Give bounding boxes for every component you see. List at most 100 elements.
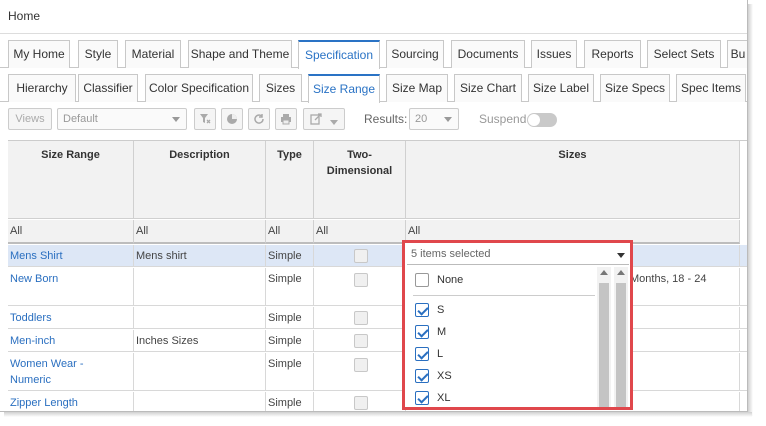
- cell-size-range[interactable]: Men-inch: [8, 330, 134, 351]
- option-checkbox[interactable]: [415, 347, 429, 361]
- option-xs[interactable]: XS: [415, 367, 595, 387]
- option-m[interactable]: M: [415, 323, 595, 343]
- two-dimensional-checkbox[interactable]: [354, 249, 368, 263]
- tab-color-specification[interactable]: Color Specification: [145, 74, 253, 102]
- filter-clear-icon: [200, 114, 211, 124]
- tab-specification[interactable]: Specification: [298, 40, 380, 69]
- option-checkbox[interactable]: [415, 325, 429, 339]
- results-value: 20: [415, 113, 428, 125]
- main-tab-bar: My Home Style Material Shape and Theme S…: [0, 34, 747, 69]
- export-icon: [310, 113, 323, 125]
- tab-select-sets[interactable]: Select Sets: [647, 40, 721, 68]
- table-row[interactable]: Zipper Length Simple: [8, 392, 747, 411]
- option-none[interactable]: None: [415, 271, 595, 291]
- two-dimensional-checkbox[interactable]: [354, 334, 368, 348]
- cell-two-dimensional: [314, 268, 406, 305]
- tab-overflow[interactable]: Bu: [727, 40, 747, 68]
- table-row[interactable]: Men-inch Inches Sizes Simple: [8, 330, 747, 352]
- filter-size-range[interactable]: All: [8, 220, 134, 244]
- option-l[interactable]: L: [415, 345, 595, 365]
- home-label[interactable]: Home: [8, 9, 40, 23]
- cell-size-range[interactable]: Toddlers: [8, 307, 134, 328]
- tab-sizes[interactable]: Sizes: [259, 74, 302, 102]
- filter-description[interactable]: All: [134, 220, 266, 244]
- filter-type[interactable]: All: [266, 220, 314, 244]
- cell-size-range[interactable]: Women Wear - Numeric: [8, 353, 134, 390]
- two-dimensional-checkbox[interactable]: [354, 311, 368, 325]
- clear-filter-button[interactable]: [194, 108, 216, 130]
- scrollbar[interactable]: [597, 267, 611, 407]
- tab-hierarchy[interactable]: Hierarchy: [8, 74, 76, 102]
- tab-documents[interactable]: Documents: [451, 40, 525, 68]
- table-row[interactable]: Toddlers Simple: [8, 307, 747, 329]
- frame-shadow: [748, 4, 753, 416]
- column-header-size-range[interactable]: Size Range: [8, 141, 134, 219]
- tab-size-label[interactable]: Size Label: [528, 74, 594, 102]
- sub-tab-bar: Hierarchy Classifier Color Specification…: [0, 68, 747, 103]
- option-label: XS: [437, 370, 452, 382]
- table-row[interactable]: New Born Simple Months, 18 - 24: [8, 268, 747, 306]
- cell-description: Inches Sizes: [134, 330, 266, 351]
- tab-my-home[interactable]: My Home: [8, 40, 70, 68]
- tab-sourcing[interactable]: Sourcing: [386, 40, 444, 68]
- scroll-up-icon[interactable]: [617, 270, 625, 275]
- tab-size-chart[interactable]: Size Chart: [454, 74, 522, 102]
- tab-size-specs[interactable]: Size Specs: [600, 74, 670, 102]
- suspend-label: Suspend: [479, 112, 527, 126]
- scroll-up-icon[interactable]: [600, 270, 608, 275]
- suspend-toggle[interactable]: [527, 113, 557, 127]
- option-checkbox[interactable]: [415, 303, 429, 317]
- chevron-down-icon: [444, 117, 452, 122]
- views-button[interactable]: Views: [8, 108, 52, 130]
- column-header-sizes[interactable]: Sizes: [406, 141, 740, 219]
- sizes-multiselect-dropdown[interactable]: 5 items selected None S M L XS XL: [402, 240, 633, 410]
- size-range-grid: Size Range Description Type Two- Dimensi…: [8, 140, 747, 411]
- table-row[interactable]: Mens Shirt Mens shirt Simple: [8, 245, 747, 267]
- tab-style[interactable]: Style: [78, 40, 118, 68]
- cell-two-dimensional: [314, 245, 406, 266]
- chevron-down-icon[interactable]: [617, 253, 625, 258]
- column-header-type[interactable]: Type: [266, 141, 314, 219]
- cell-size-range[interactable]: Zipper Length: [8, 392, 134, 411]
- cell-type: Simple: [266, 353, 314, 390]
- chevron-down-icon: [172, 117, 180, 122]
- option-checkbox[interactable]: [415, 391, 429, 405]
- frame-shadow: [4, 412, 752, 417]
- two-dimensional-checkbox[interactable]: [354, 358, 368, 372]
- tab-reports[interactable]: Reports: [584, 40, 641, 68]
- print-button[interactable]: [275, 108, 297, 130]
- tab-spec-items[interactable]: Spec Items: [676, 74, 746, 102]
- option-checkbox[interactable]: [415, 369, 429, 383]
- tab-material[interactable]: Material: [125, 40, 181, 68]
- filter-two-dimensional[interactable]: All: [314, 220, 406, 244]
- tab-size-range[interactable]: Size Range: [308, 74, 380, 103]
- refresh-button[interactable]: [248, 108, 270, 130]
- option-checkbox[interactable]: [415, 273, 429, 287]
- cell-two-dimensional: [314, 392, 406, 411]
- two-dimensional-checkbox[interactable]: [354, 273, 368, 287]
- view-select[interactable]: Default: [57, 108, 187, 130]
- column-header-two-dimensional[interactable]: Two- Dimensional: [314, 141, 406, 219]
- results-select[interactable]: 20: [409, 108, 459, 130]
- tab-size-map[interactable]: Size Map: [386, 74, 448, 102]
- scrollbar-thumb[interactable]: [599, 283, 609, 407]
- cell-description: [134, 353, 266, 390]
- option-xl[interactable]: XL: [415, 389, 595, 409]
- tab-shape-and-theme[interactable]: Shape and Theme: [188, 40, 292, 68]
- cell-type: Simple: [266, 268, 314, 305]
- scrollbar[interactable]: [614, 267, 628, 407]
- view-select-value: Default: [63, 113, 98, 125]
- option-s[interactable]: S: [415, 301, 595, 321]
- tab-classifier[interactable]: Classifier: [78, 74, 138, 102]
- scrollbar-thumb[interactable]: [616, 283, 626, 407]
- chart-button[interactable]: [221, 108, 243, 130]
- table-row[interactable]: Women Wear - Numeric Simple: [8, 353, 747, 391]
- sizes-multiselect-input[interactable]: 5 items selected: [407, 245, 629, 265]
- column-header-description[interactable]: Description: [134, 141, 266, 219]
- cell-description: [134, 307, 266, 328]
- export-button[interactable]: [303, 108, 345, 130]
- two-dimensional-checkbox[interactable]: [354, 396, 368, 410]
- tab-issues[interactable]: Issues: [531, 40, 577, 68]
- cell-size-range[interactable]: New Born: [8, 268, 134, 305]
- cell-size-range[interactable]: Mens Shirt: [8, 245, 134, 266]
